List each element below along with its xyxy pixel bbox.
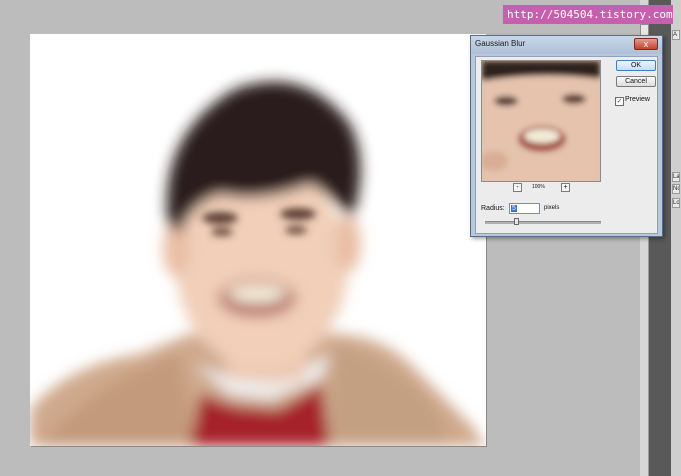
close-button[interactable]: x — [634, 38, 658, 50]
preview-checkbox[interactable]: ✓ — [615, 97, 624, 106]
dialog-titlebar[interactable]: Gaussian Blur x — [471, 36, 662, 54]
blur-preview[interactable] — [481, 60, 601, 182]
close-icon: x — [643, 39, 649, 49]
preview-image — [482, 61, 600, 181]
dialog-body: OK Cancel ✓ Preview - 100% + Radius: 5 p… — [475, 56, 658, 234]
watermark-url: http://504504.tistory.com — [503, 5, 673, 24]
zoom-in-button[interactable]: + — [561, 183, 570, 192]
cancel-button[interactable]: Cancel — [616, 76, 656, 87]
gaussian-blur-dialog: Gaussian Blur x OK Cancel ✓ Preview - 10… — [470, 35, 663, 237]
dock-column: A La No Lo — [671, 0, 681, 476]
document-canvas[interactable] — [30, 34, 486, 446]
ok-button[interactable]: OK — [616, 60, 656, 71]
radius-unit-label: pixels — [544, 205, 560, 211]
panel-tab[interactable]: No — [672, 184, 680, 194]
zoom-level: 100% — [532, 184, 545, 190]
blurred-portrait-image — [30, 34, 486, 446]
radius-slider-thumb[interactable] — [514, 218, 519, 225]
radius-value: 5 — [511, 205, 517, 212]
panel-tab[interactable]: La — [672, 172, 680, 182]
zoom-out-button[interactable]: - — [513, 183, 522, 192]
radius-label: Radius: — [481, 205, 505, 212]
preview-label: Preview — [625, 96, 650, 103]
panel-tab[interactable]: A — [672, 30, 680, 40]
dialog-title: Gaussian Blur — [475, 39, 526, 48]
panel-tab[interactable]: Lo — [672, 198, 680, 208]
radius-input[interactable]: 5 — [509, 203, 540, 214]
radius-slider[interactable] — [485, 221, 601, 224]
